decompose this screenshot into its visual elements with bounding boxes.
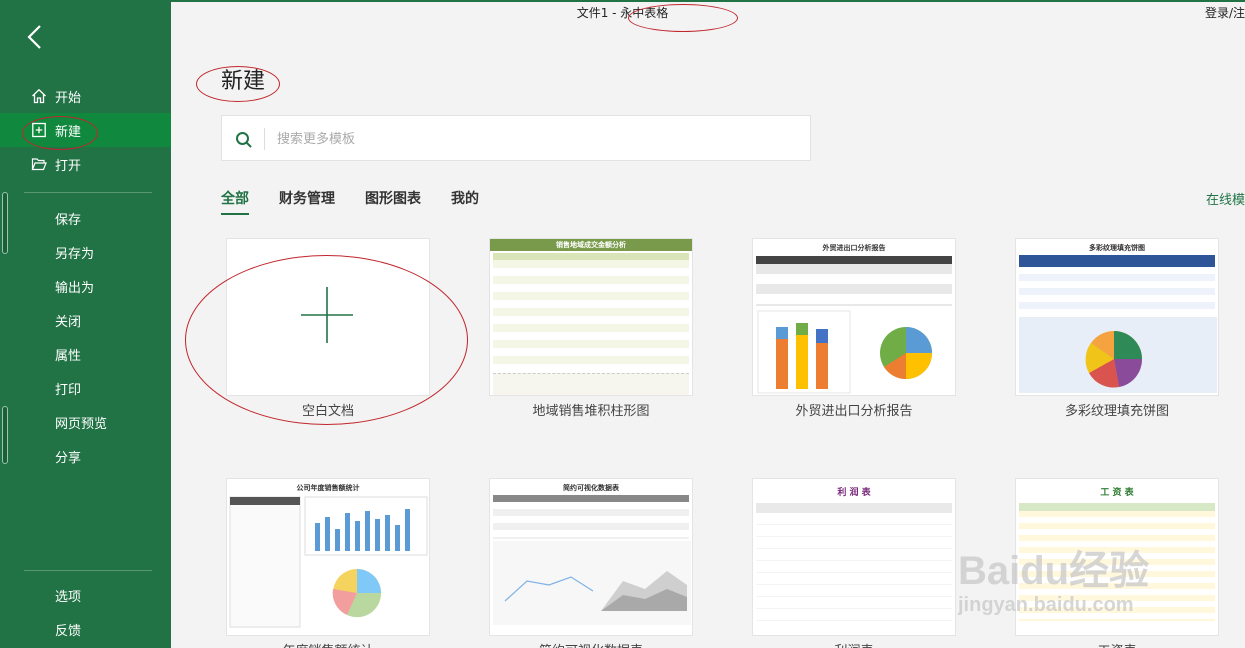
- nav-label: 新建: [55, 124, 82, 140]
- template-thumbnail: [226, 238, 430, 396]
- template-thumbnail: 工 资 表: [1015, 478, 1219, 636]
- nav-label: 网页预览: [55, 416, 108, 432]
- top-accent-line: [171, 0, 1245, 2]
- template-label: 利润表: [732, 640, 976, 648]
- chevron-left-icon: [27, 25, 41, 49]
- thumbnail-table: [1019, 255, 1215, 315]
- template-label: 地域销售堆积柱形图: [532, 404, 650, 419]
- scroll-handle[interactable]: [2, 192, 8, 254]
- template-thumbnail: 多彩纹理填充饼图: [1015, 238, 1219, 396]
- thumbnail-chart-area: [493, 373, 689, 395]
- nav-label: 反馈: [55, 623, 82, 639]
- thumbnail-table: [493, 253, 689, 371]
- nav-properties[interactable]: 属性: [0, 337, 171, 371]
- plus-icon: [301, 287, 353, 343]
- scroll-handle[interactable]: [2, 406, 8, 464]
- thumbnail-table: [756, 503, 952, 621]
- search-input[interactable]: [277, 126, 797, 152]
- template-thumbnail: 外贸进出口分析报告: [752, 238, 956, 396]
- thumbnail-title: 工 资 表: [1100, 488, 1134, 498]
- thumbnail-title: 公司年度销售额统计: [296, 484, 360, 492]
- thumbnail-area-chart: [493, 541, 691, 625]
- template-thumbnail: 利 润 表: [752, 478, 956, 636]
- nav-label: 开始: [55, 90, 82, 106]
- nav-home[interactable]: 开始: [0, 79, 171, 113]
- sidebar-divider: [24, 192, 152, 193]
- nav-feedback[interactable]: 反馈: [0, 612, 171, 646]
- thumbnail-table: [756, 256, 952, 306]
- nav-label: 打开: [55, 158, 82, 174]
- nav-label: 保存: [55, 212, 82, 228]
- window-title: 文件1 - 永中表格: [576, 6, 669, 20]
- nav-web-preview[interactable]: 网页预览: [0, 405, 171, 439]
- nav-label: 分享: [55, 450, 82, 466]
- nav-label: 打印: [55, 382, 82, 398]
- thumbnail-title: 简约可视化数据表: [563, 484, 619, 492]
- nav-print[interactable]: 打印: [0, 371, 171, 405]
- nav-label: 选项: [55, 589, 82, 605]
- thumbnail-title: 多彩纹理填充饼图: [1089, 244, 1145, 252]
- thumbnail-title: 销售地域成交金额分析: [490, 239, 692, 251]
- template-label: 简约可视化数据表: [469, 640, 713, 648]
- template-thumbnail: 简约可视化数据表: [489, 478, 693, 636]
- thumbnail-pie-chart: [1019, 317, 1217, 393]
- nav-save-as[interactable]: 另存为: [0, 235, 171, 269]
- thumbnail-sales-chart: [229, 496, 428, 628]
- search-icon[interactable]: [235, 131, 253, 149]
- nav-new[interactable]: 新建: [0, 113, 171, 147]
- nav-close[interactable]: 关闭: [0, 303, 171, 337]
- sidebar: 开始 新建 打开 保存 另存为 输出为 关闭 属性 打印 网页预览 分享 选项 …: [0, 0, 171, 648]
- thumbnail-title: 外贸进出口分析报告: [822, 244, 886, 252]
- new-file-icon: [32, 122, 46, 138]
- template-label: 年度销售额统计: [206, 640, 450, 648]
- template-thumbnail: 公司年度销售额统计: [226, 478, 430, 636]
- home-icon: [32, 88, 46, 104]
- template-label: 外贸进出口分析报告: [795, 404, 913, 419]
- nav-label: 关闭: [55, 314, 82, 330]
- tab-mine[interactable]: 我的: [451, 188, 479, 215]
- login-link[interactable]: 登录/注: [1205, 4, 1245, 21]
- nav-label: 输出为: [55, 280, 95, 296]
- thumbnail-table: [1019, 503, 1215, 621]
- folder-open-icon: [31, 158, 47, 171]
- nav-label: 另存为: [55, 246, 95, 262]
- category-tabs: 全部 财务管理 图形图表 我的: [221, 188, 479, 215]
- template-thumbnail: 销售地域成交金额分析: [489, 238, 693, 396]
- nav-open[interactable]: 打开: [0, 147, 171, 181]
- thumbnail-table: [493, 495, 689, 539]
- template-search: [221, 115, 811, 161]
- online-templates-link[interactable]: 在线模: [1206, 189, 1245, 208]
- back-button[interactable]: [22, 20, 52, 54]
- search-divider: [264, 128, 265, 150]
- page-title: 新建: [221, 69, 266, 94]
- tab-finance[interactable]: 财务管理: [279, 188, 335, 215]
- tab-charts[interactable]: 图形图表: [365, 188, 421, 215]
- nav-label: 属性: [55, 348, 82, 364]
- template-label: 工资表: [995, 640, 1239, 648]
- template-label: 多彩纹理填充饼图: [1064, 404, 1169, 419]
- nav-save[interactable]: 保存: [0, 201, 171, 235]
- tab-all[interactable]: 全部: [221, 188, 249, 215]
- sidebar-divider: [24, 570, 152, 571]
- thumbnail-bar-chart: [757, 310, 932, 394]
- nav-options[interactable]: 选项: [0, 578, 171, 612]
- template-label: 空白文档: [301, 404, 354, 419]
- thumbnail-title: 利 润 表: [837, 488, 871, 498]
- nav-share[interactable]: 分享: [0, 439, 171, 473]
- nav-export[interactable]: 输出为: [0, 269, 171, 303]
